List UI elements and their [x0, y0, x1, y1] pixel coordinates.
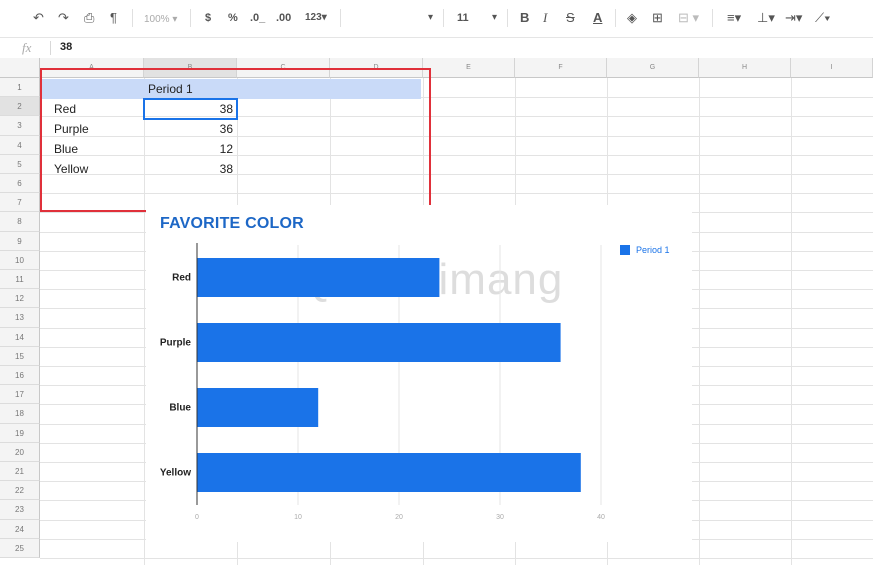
- row-header[interactable]: 3: [0, 116, 40, 136]
- formula-bar: fx 38: [0, 37, 873, 59]
- toolbar-divider: [340, 9, 341, 27]
- more-formats-button[interactable]: 123▾: [305, 10, 327, 26]
- redo-icon[interactable]: ↷: [58, 10, 69, 26]
- row-header[interactable]: 23: [0, 500, 40, 520]
- toolbar-divider: [615, 9, 616, 27]
- row-header[interactable]: 10: [0, 250, 40, 270]
- undo-icon[interactable]: ↶: [33, 10, 44, 26]
- highlight-box: [40, 68, 431, 212]
- row-header[interactable]: 21: [0, 462, 40, 482]
- row-header[interactable]: 1: [0, 78, 40, 98]
- decrease-decimal-button[interactable]: .0_: [250, 10, 265, 26]
- font-size-select[interactable]: 11: [457, 10, 469, 26]
- merge-cells-icon[interactable]: ⊟ ▾: [678, 10, 699, 26]
- row-header[interactable]: 17: [0, 385, 40, 405]
- row-header[interactable]: 5: [0, 154, 40, 174]
- bar: [197, 388, 319, 427]
- row-header[interactable]: 7: [0, 193, 40, 213]
- font-size-dropdown-icon[interactable]: ▾: [492, 10, 497, 26]
- bar: [197, 453, 581, 492]
- paint-format-icon[interactable]: ¶: [110, 10, 117, 26]
- row-header[interactable]: 14: [0, 327, 40, 347]
- row-header[interactable]: 15: [0, 346, 40, 366]
- bar-chart[interactable]: FAVORITE COLOR Quantrimang 010203040RedP…: [146, 205, 692, 542]
- horizontal-align-icon[interactable]: ≡▾: [727, 10, 741, 26]
- text-color-button[interactable]: A: [593, 10, 602, 26]
- column-header-e[interactable]: E: [423, 58, 515, 78]
- column-header-i[interactable]: I: [791, 58, 873, 78]
- toolbar-divider: [712, 9, 713, 27]
- x-tick-label: 20: [395, 514, 403, 521]
- bar: [197, 323, 561, 362]
- text-wrap-icon[interactable]: ⇥▾: [785, 10, 802, 26]
- row-header[interactable]: 24: [0, 519, 40, 539]
- category-label: Purple: [160, 338, 192, 349]
- row-header[interactable]: 20: [0, 442, 40, 462]
- row-header[interactable]: 6: [0, 174, 40, 194]
- row-header[interactable]: 12: [0, 289, 40, 309]
- category-label: Yellow: [160, 468, 191, 479]
- row-divider: [40, 558, 873, 559]
- row-header[interactable]: 18: [0, 404, 40, 424]
- row-header[interactable]: 4: [0, 135, 40, 155]
- fill-color-icon[interactable]: ◈: [627, 10, 637, 26]
- row-header[interactable]: 22: [0, 481, 40, 501]
- select-all-corner[interactable]: [0, 58, 40, 78]
- print-icon[interactable]: ⎙: [84, 10, 94, 26]
- strikethrough-button[interactable]: S: [566, 10, 575, 26]
- font-family-dropdown-icon[interactable]: ▾: [428, 10, 433, 26]
- toolbar-divider: [190, 9, 191, 27]
- row-header[interactable]: 11: [0, 270, 40, 290]
- legend-label: Period 1: [636, 245, 670, 255]
- category-label: Blue: [169, 403, 191, 414]
- bold-button[interactable]: B: [520, 10, 529, 26]
- currency-button[interactable]: $: [205, 10, 211, 26]
- toolbar: ↶ ↷ ⎙ ¶ 100% ▾ $ % .0_ .00 123▾ ▾ 11 ▾ B…: [0, 0, 873, 37]
- x-tick-label: 30: [496, 514, 504, 521]
- fx-icon: fx: [22, 40, 32, 55]
- column-header-h[interactable]: H: [699, 58, 791, 78]
- row-header[interactable]: 16: [0, 366, 40, 386]
- zoom-select[interactable]: 100% ▾: [144, 12, 177, 28]
- toolbar-divider: [507, 9, 508, 27]
- row-header[interactable]: 25: [0, 538, 40, 558]
- x-tick-label: 10: [294, 514, 302, 521]
- column-divider: [699, 78, 700, 565]
- bar: [197, 258, 440, 297]
- chart-legend: Period 1: [620, 245, 670, 255]
- category-label: Red: [172, 273, 191, 284]
- italic-button[interactable]: I: [543, 10, 547, 26]
- column-header-g[interactable]: G: [607, 58, 699, 78]
- legend-swatch: [620, 245, 630, 255]
- formula-input[interactable]: 38: [60, 41, 72, 53]
- row-header[interactable]: 2: [0, 97, 40, 117]
- chart-plot: 0 10 20 30 40 Red Purple Blue Yellow: [160, 243, 605, 521]
- x-tick-label: 0: [195, 514, 199, 521]
- column-divider: [791, 78, 792, 565]
- toolbar-divider: [443, 9, 444, 27]
- row-header[interactable]: 9: [0, 231, 40, 251]
- row-header[interactable]: 8: [0, 212, 40, 232]
- borders-icon[interactable]: ⊞: [652, 10, 663, 26]
- increase-decimal-button[interactable]: .00: [276, 10, 291, 26]
- column-header-f[interactable]: F: [515, 58, 607, 78]
- x-tick-label: 40: [597, 514, 605, 521]
- formula-bar-divider: [50, 41, 51, 55]
- percent-button[interactable]: %: [228, 10, 238, 26]
- row-header[interactable]: 13: [0, 308, 40, 328]
- text-rotation-icon[interactable]: ⟋▾: [815, 10, 830, 26]
- vertical-align-icon[interactable]: ⊥▾: [757, 10, 775, 26]
- row-header[interactable]: 19: [0, 423, 40, 443]
- toolbar-divider: [132, 9, 133, 27]
